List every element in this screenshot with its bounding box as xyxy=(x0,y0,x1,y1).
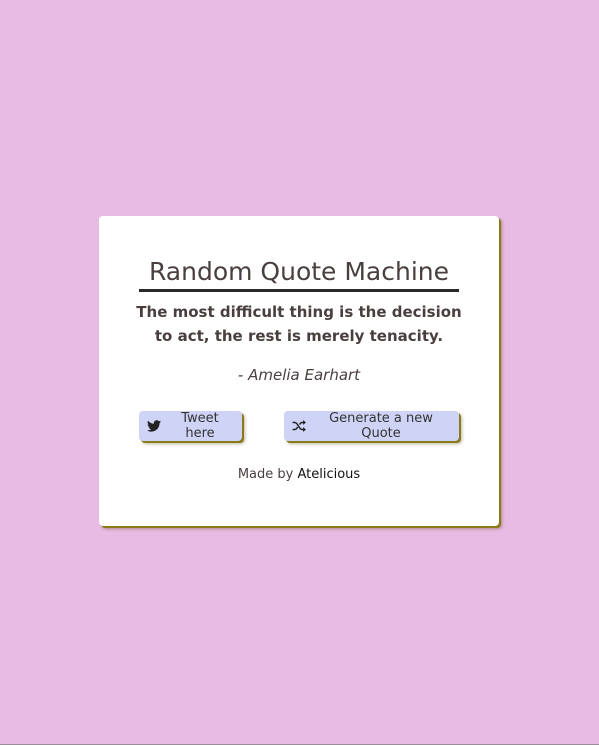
quote-author: - Amelia Earhart xyxy=(237,366,361,384)
twitter-icon xyxy=(147,419,161,433)
credit-prefix: Made by xyxy=(237,467,294,482)
shuffle-icon-svg xyxy=(292,420,306,432)
quote-card: Random Quote Machine The most difficult … xyxy=(99,216,499,526)
page-background: { "title": "Random Quote Machine", "quot… xyxy=(0,0,599,745)
credit-line: Made by Atelicious xyxy=(99,467,499,482)
tweet-button-label: Tweet here xyxy=(181,411,219,441)
quote-text: The most difficult thing is the decision… xyxy=(136,303,462,345)
shuffle-icon xyxy=(292,419,306,433)
new-quote-button[interactable]: Generate a new Quote xyxy=(284,411,459,441)
tweet-button[interactable]: Tweet here xyxy=(139,411,242,441)
author-link[interactable]: Atelicious xyxy=(297,467,360,482)
page-title: Random Quote Machine xyxy=(139,255,459,292)
twitter-icon-svg xyxy=(147,420,161,432)
new-quote-button-label: Generate a new Quote xyxy=(329,411,433,441)
